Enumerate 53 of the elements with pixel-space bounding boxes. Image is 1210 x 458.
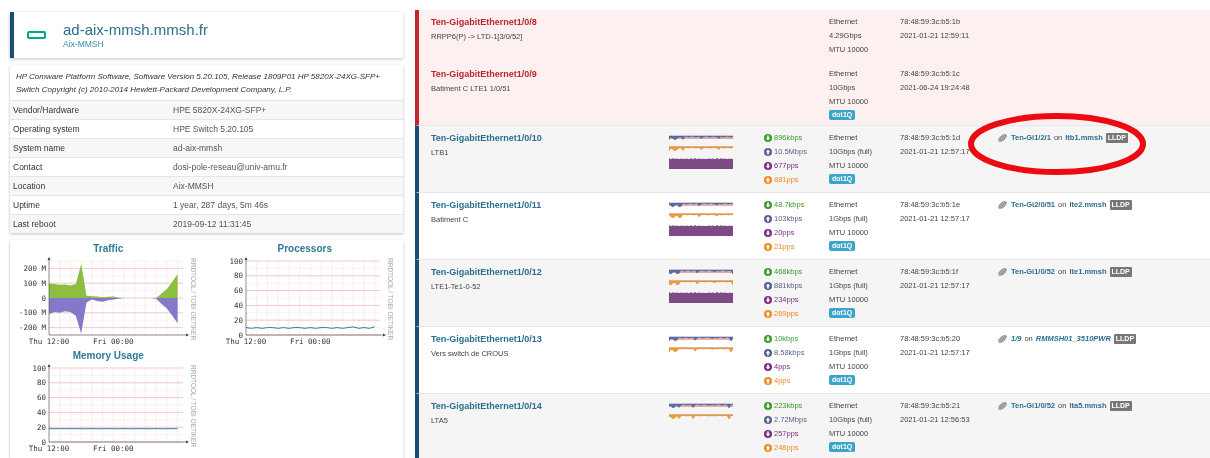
port-name[interactable]: Ten-GigabitEthernet1/0/8: [431, 15, 537, 30]
arrow-down-circle-icon: [764, 201, 772, 209]
port-name[interactable]: Ten-GigabitEthernet1/0/11: [431, 198, 542, 213]
info-label: System name: [12, 141, 66, 155]
arrow-up-circle-icon: [764, 377, 772, 385]
cable-icon: [997, 334, 1008, 344]
chart-title: Traffic: [93, 243, 124, 255]
arrow-down-circle-icon: [764, 430, 772, 438]
arrow-down-circle-icon: [764, 363, 772, 371]
arrow-down-circle-icon: [764, 296, 772, 304]
cable-icon: [997, 267, 1008, 277]
arrow-up-circle-icon: [764, 444, 772, 452]
info-label: Last reboot: [12, 217, 57, 231]
arrow-down-circle-icon: [764, 134, 772, 142]
info-value: ad-aix-mmsh: [173, 141, 223, 155]
port-name[interactable]: Ten-GigabitEthernet1/0/12: [431, 265, 542, 280]
arrow-down-circle-icon: [764, 402, 772, 410]
logo-icon: [27, 31, 46, 39]
info-value: dosi-pole-reseau@univ-amu.fr: [173, 160, 288, 174]
arrow-down-circle-icon: [764, 268, 772, 276]
port-name[interactable]: Ten-GigabitEthernet1/0/13: [431, 332, 542, 347]
arrow-up-circle-icon: [764, 310, 772, 318]
arrow-down-circle-icon: [764, 229, 772, 237]
cable-icon: [997, 200, 1008, 210]
chart-title: Memory Usage: [72, 350, 144, 362]
cable-icon: [997, 133, 1008, 143]
device-location: Aix-MMSH: [63, 38, 105, 50]
port-name[interactable]: Ten-GigabitEthernet1/0/14: [431, 399, 542, 414]
info-label: Location: [12, 179, 47, 193]
port-name[interactable]: Ten-GigabitEthernet1/0/9: [431, 67, 537, 82]
arrow-up-circle-icon: [764, 215, 772, 223]
info-value: 1 year, 287 days, 5m 46s: [173, 198, 268, 212]
arrow-up-circle-icon: [764, 243, 772, 251]
arrow-up-circle-icon: [764, 176, 772, 184]
info-value: HPE 5820X-24XG-SFP+: [173, 103, 267, 117]
info-label: Operating system: [12, 122, 81, 136]
device-hostname: ad-aix-mmsh.mmsh.fr: [63, 20, 208, 39]
info-value: HPE Switch 5.20.105: [173, 122, 254, 136]
port-name[interactable]: Ten-GigabitEthernet1/0/10: [431, 131, 542, 146]
arrow-up-circle-icon: [764, 416, 772, 424]
arrow-down-circle-icon: [764, 335, 772, 343]
arrow-up-circle-icon: [764, 148, 772, 156]
arrow-up-circle-icon: [764, 282, 772, 290]
info-label: Contact: [12, 160, 44, 174]
info-value: Aix-MMSH: [173, 179, 214, 193]
arrow-up-circle-icon: [764, 349, 772, 357]
arrow-down-circle-icon: [764, 162, 772, 170]
info-label: Uptime: [12, 198, 41, 212]
device-description: HP Comware Platform Software, Software Version 5.20.105, Release 1809P01 HP 5820X-24XG-SFP+ Switch Copyright (c) 2010-2014 Hewlett-Packard Development Company, L.P.: [15, 71, 381, 96]
info-value: 2019-09-12 11:31:45: [173, 217, 252, 231]
cable-icon: [997, 401, 1008, 411]
info-label: Vendor/Hardware: [12, 103, 81, 117]
chart-title: Processors: [277, 243, 332, 255]
